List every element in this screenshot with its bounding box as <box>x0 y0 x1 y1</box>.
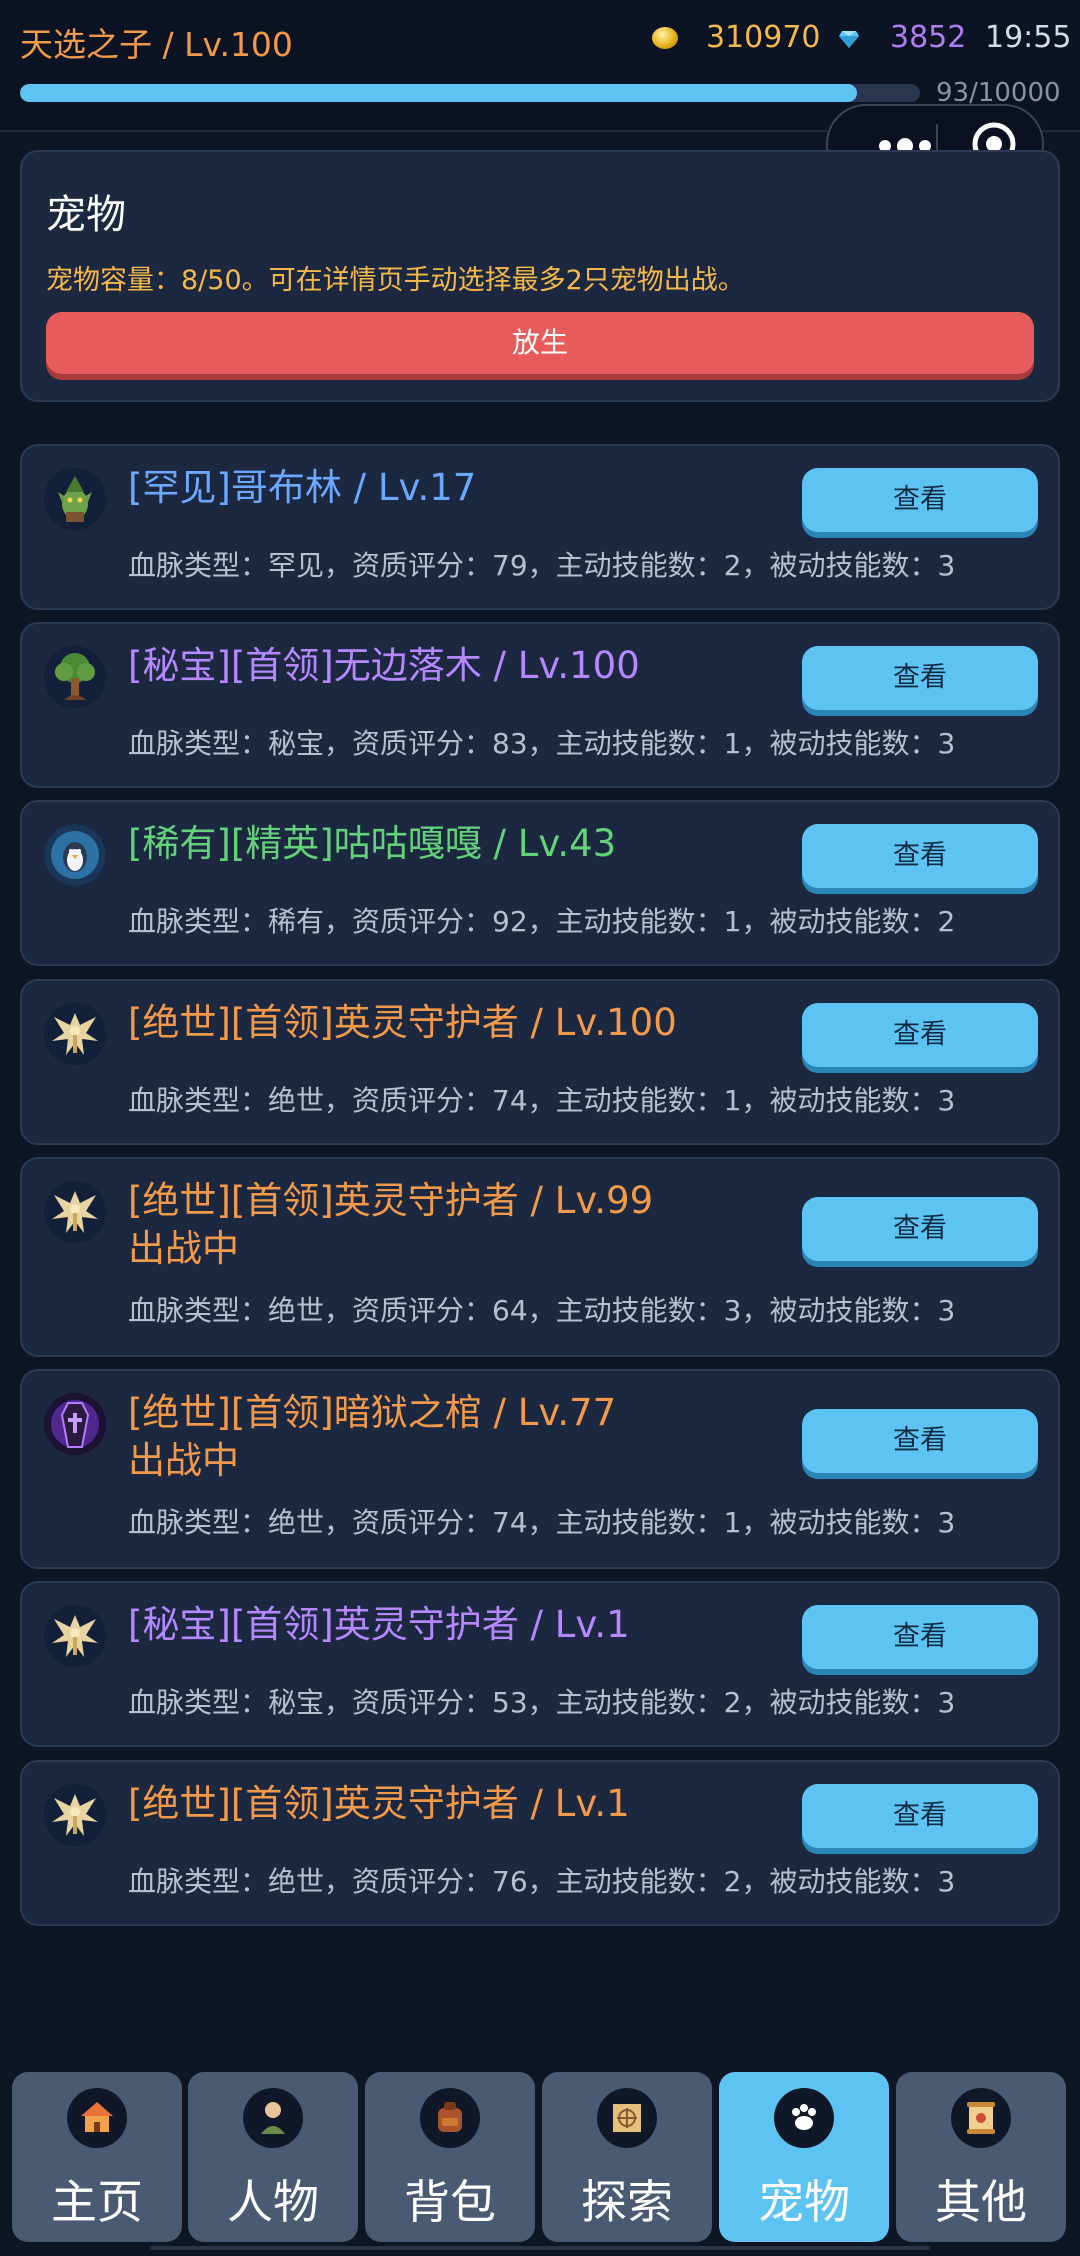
nav-tab-character[interactable]: 人物 <box>188 2072 358 2242</box>
nav-tab-map-scroll[interactable]: 探索 <box>542 2072 712 2242</box>
exp-progress-bar <box>20 84 920 102</box>
bottom-navigation: 主页 人物 背包 探索 宠物 其他 <box>0 2058 1080 2256</box>
pet-name-level: [稀有][精英]咕咕嘎嘎 / Lv.43 <box>128 822 617 865</box>
house-icon <box>67 2088 127 2148</box>
pet-card: [绝世][首领]暗狱之棺 / Lv.77 出战中血脉类型：绝世，资质评分：74，主… <box>20 1369 1060 1569</box>
spirit-guardian-icon <box>44 1003 106 1065</box>
gold-coin-icon <box>652 27 678 49</box>
pet-stats: 血脉类型：秘宝，资质评分：83，主动技能数：1，被动技能数：3 <box>128 727 956 760</box>
gold-amount: 310970 <box>706 20 821 55</box>
release-button[interactable]: 放生 <box>46 312 1034 374</box>
player-name-level: 天选之子 / Lv.100 <box>20 25 293 64</box>
view-pet-button[interactable]: 查看 <box>802 1784 1038 1848</box>
pet-battle-status: 出战中 <box>128 1227 239 1270</box>
view-pet-button[interactable]: 查看 <box>802 1197 1038 1261</box>
pet-stats: 血脉类型：稀有，资质评分：92，主动技能数：1，被动技能数：2 <box>128 905 956 938</box>
pet-stats: 血脉类型：绝世，资质评分：64，主动技能数：3，被动技能数：3 <box>128 1294 956 1327</box>
view-pet-button[interactable]: 查看 <box>802 646 1038 710</box>
pet-card: [绝世][首领]英灵守护者 / Lv.99 出战中血脉类型：绝世，资质评分：64，… <box>20 1157 1060 1357</box>
nav-tab-label: 背包 <box>404 2175 496 2229</box>
pet-name-level: [秘宝][首领]无边落木 / Lv.100 <box>128 644 640 687</box>
pet-stats: 血脉类型：绝世，资质评分：76，主动技能数：2，被动技能数：3 <box>128 1865 956 1898</box>
pet-card: [稀有][精英]咕咕嘎嘎 / Lv.43 血脉类型：稀有，资质评分：92，主动技能… <box>20 800 1060 966</box>
view-pet-button[interactable]: 查看 <box>802 824 1038 888</box>
spirit-guardian-icon <box>44 1605 106 1667</box>
nav-tab-house[interactable]: 主页 <box>12 2072 182 2242</box>
home-indicator <box>150 2246 930 2250</box>
nav-tab-label: 宠物 <box>758 2175 850 2229</box>
page-title: 宠物 <box>46 192 126 238</box>
view-pet-button[interactable]: 查看 <box>802 1605 1038 1669</box>
pet-capacity-text: 宠物容量：8/50。可在详情页手动选择最多2只宠物出战。 <box>46 265 745 296</box>
pet-name-level: [罕见]哥布林 / Lv.17 <box>128 466 477 509</box>
view-pet-button[interactable]: 查看 <box>802 1003 1038 1067</box>
backpack-icon <box>420 2088 480 2148</box>
pet-name-level: [绝世][首领]英灵守护者 / Lv.1 <box>128 1782 630 1825</box>
spirit-guardian-icon <box>44 1181 106 1243</box>
pet-stats: 血脉类型：罕见，资质评分：79，主动技能数：2，被动技能数：3 <box>128 549 956 582</box>
pet-name-level: [绝世][首领]英灵守护者 / Lv.99 <box>128 1179 654 1222</box>
nav-tab-label: 人物 <box>227 2175 319 2229</box>
penguin-icon <box>44 824 106 886</box>
map-scroll-icon <box>597 2088 657 2148</box>
view-pet-button[interactable]: 查看 <box>802 468 1038 532</box>
nav-tab-label: 探索 <box>581 2175 673 2229</box>
diamond-icon <box>838 28 860 50</box>
goblin-icon <box>44 468 106 530</box>
pet-card: [绝世][首领]英灵守护者 / Lv.100 血脉类型：绝世，资质评分：74，主动… <box>20 979 1060 1145</box>
pet-name-level: [绝世][首领]英灵守护者 / Lv.100 <box>128 1001 677 1044</box>
pet-name-level: [秘宝][首领]英灵守护者 / Lv.1 <box>128 1603 630 1646</box>
nav-tab-scroll[interactable]: 其他 <box>896 2072 1066 2242</box>
pet-card: [秘宝][首领]无边落木 / Lv.100 血脉类型：秘宝，资质评分：83，主动技… <box>20 622 1060 788</box>
pet-info-panel: 宠物 宠物容量：8/50。可在详情页手动选择最多2只宠物出战。 放生 <box>20 150 1060 402</box>
view-pet-button[interactable]: 查看 <box>802 1409 1038 1473</box>
pet-page: 天选之子 / Lv.100 310970 3852 19:55 93/10000 <box>0 0 1080 2256</box>
pet-name-level: [绝世][首领]暗狱之棺 / Lv.77 <box>128 1391 617 1434</box>
pet-stats: 血脉类型：绝世，资质评分：74，主动技能数：1，被动技能数：3 <box>128 1084 956 1117</box>
character-icon <box>243 2088 303 2148</box>
pet-stats: 血脉类型：绝世，资质评分：74，主动技能数：1，被动技能数：3 <box>128 1506 956 1539</box>
scroll-icon <box>951 2088 1011 2148</box>
pet-card: [秘宝][首领]英灵守护者 / Lv.1 血脉类型：秘宝，资质评分：53，主动技能… <box>20 1581 1060 1747</box>
clock-time: 19:55 <box>985 20 1072 55</box>
nav-tab-label: 主页 <box>51 2175 143 2229</box>
nav-tab-backpack[interactable]: 背包 <box>365 2072 535 2242</box>
paw-icon <box>774 2088 834 2148</box>
nav-tab-label: 其他 <box>935 2175 1027 2229</box>
pet-stats: 血脉类型：秘宝，资质评分：53，主动技能数：2，被动技能数：3 <box>128 1686 956 1719</box>
pet-battle-status: 出战中 <box>128 1439 239 1482</box>
pet-card: [绝世][首领]英灵守护者 / Lv.1 血脉类型：绝世，资质评分：76，主动技能… <box>20 1760 1060 1926</box>
pet-card: [罕见]哥布林 / Lv.17 血脉类型：罕见，资质评分：79，主动技能数：2，被… <box>20 444 1060 610</box>
gem-amount: 3852 <box>890 20 967 55</box>
tree-icon <box>44 646 106 708</box>
nav-tab-paw[interactable]: 宠物 <box>719 2072 889 2242</box>
spirit-guardian-icon <box>44 1784 106 1846</box>
coffin-icon <box>44 1393 106 1455</box>
exp-progress-fill <box>20 84 857 102</box>
